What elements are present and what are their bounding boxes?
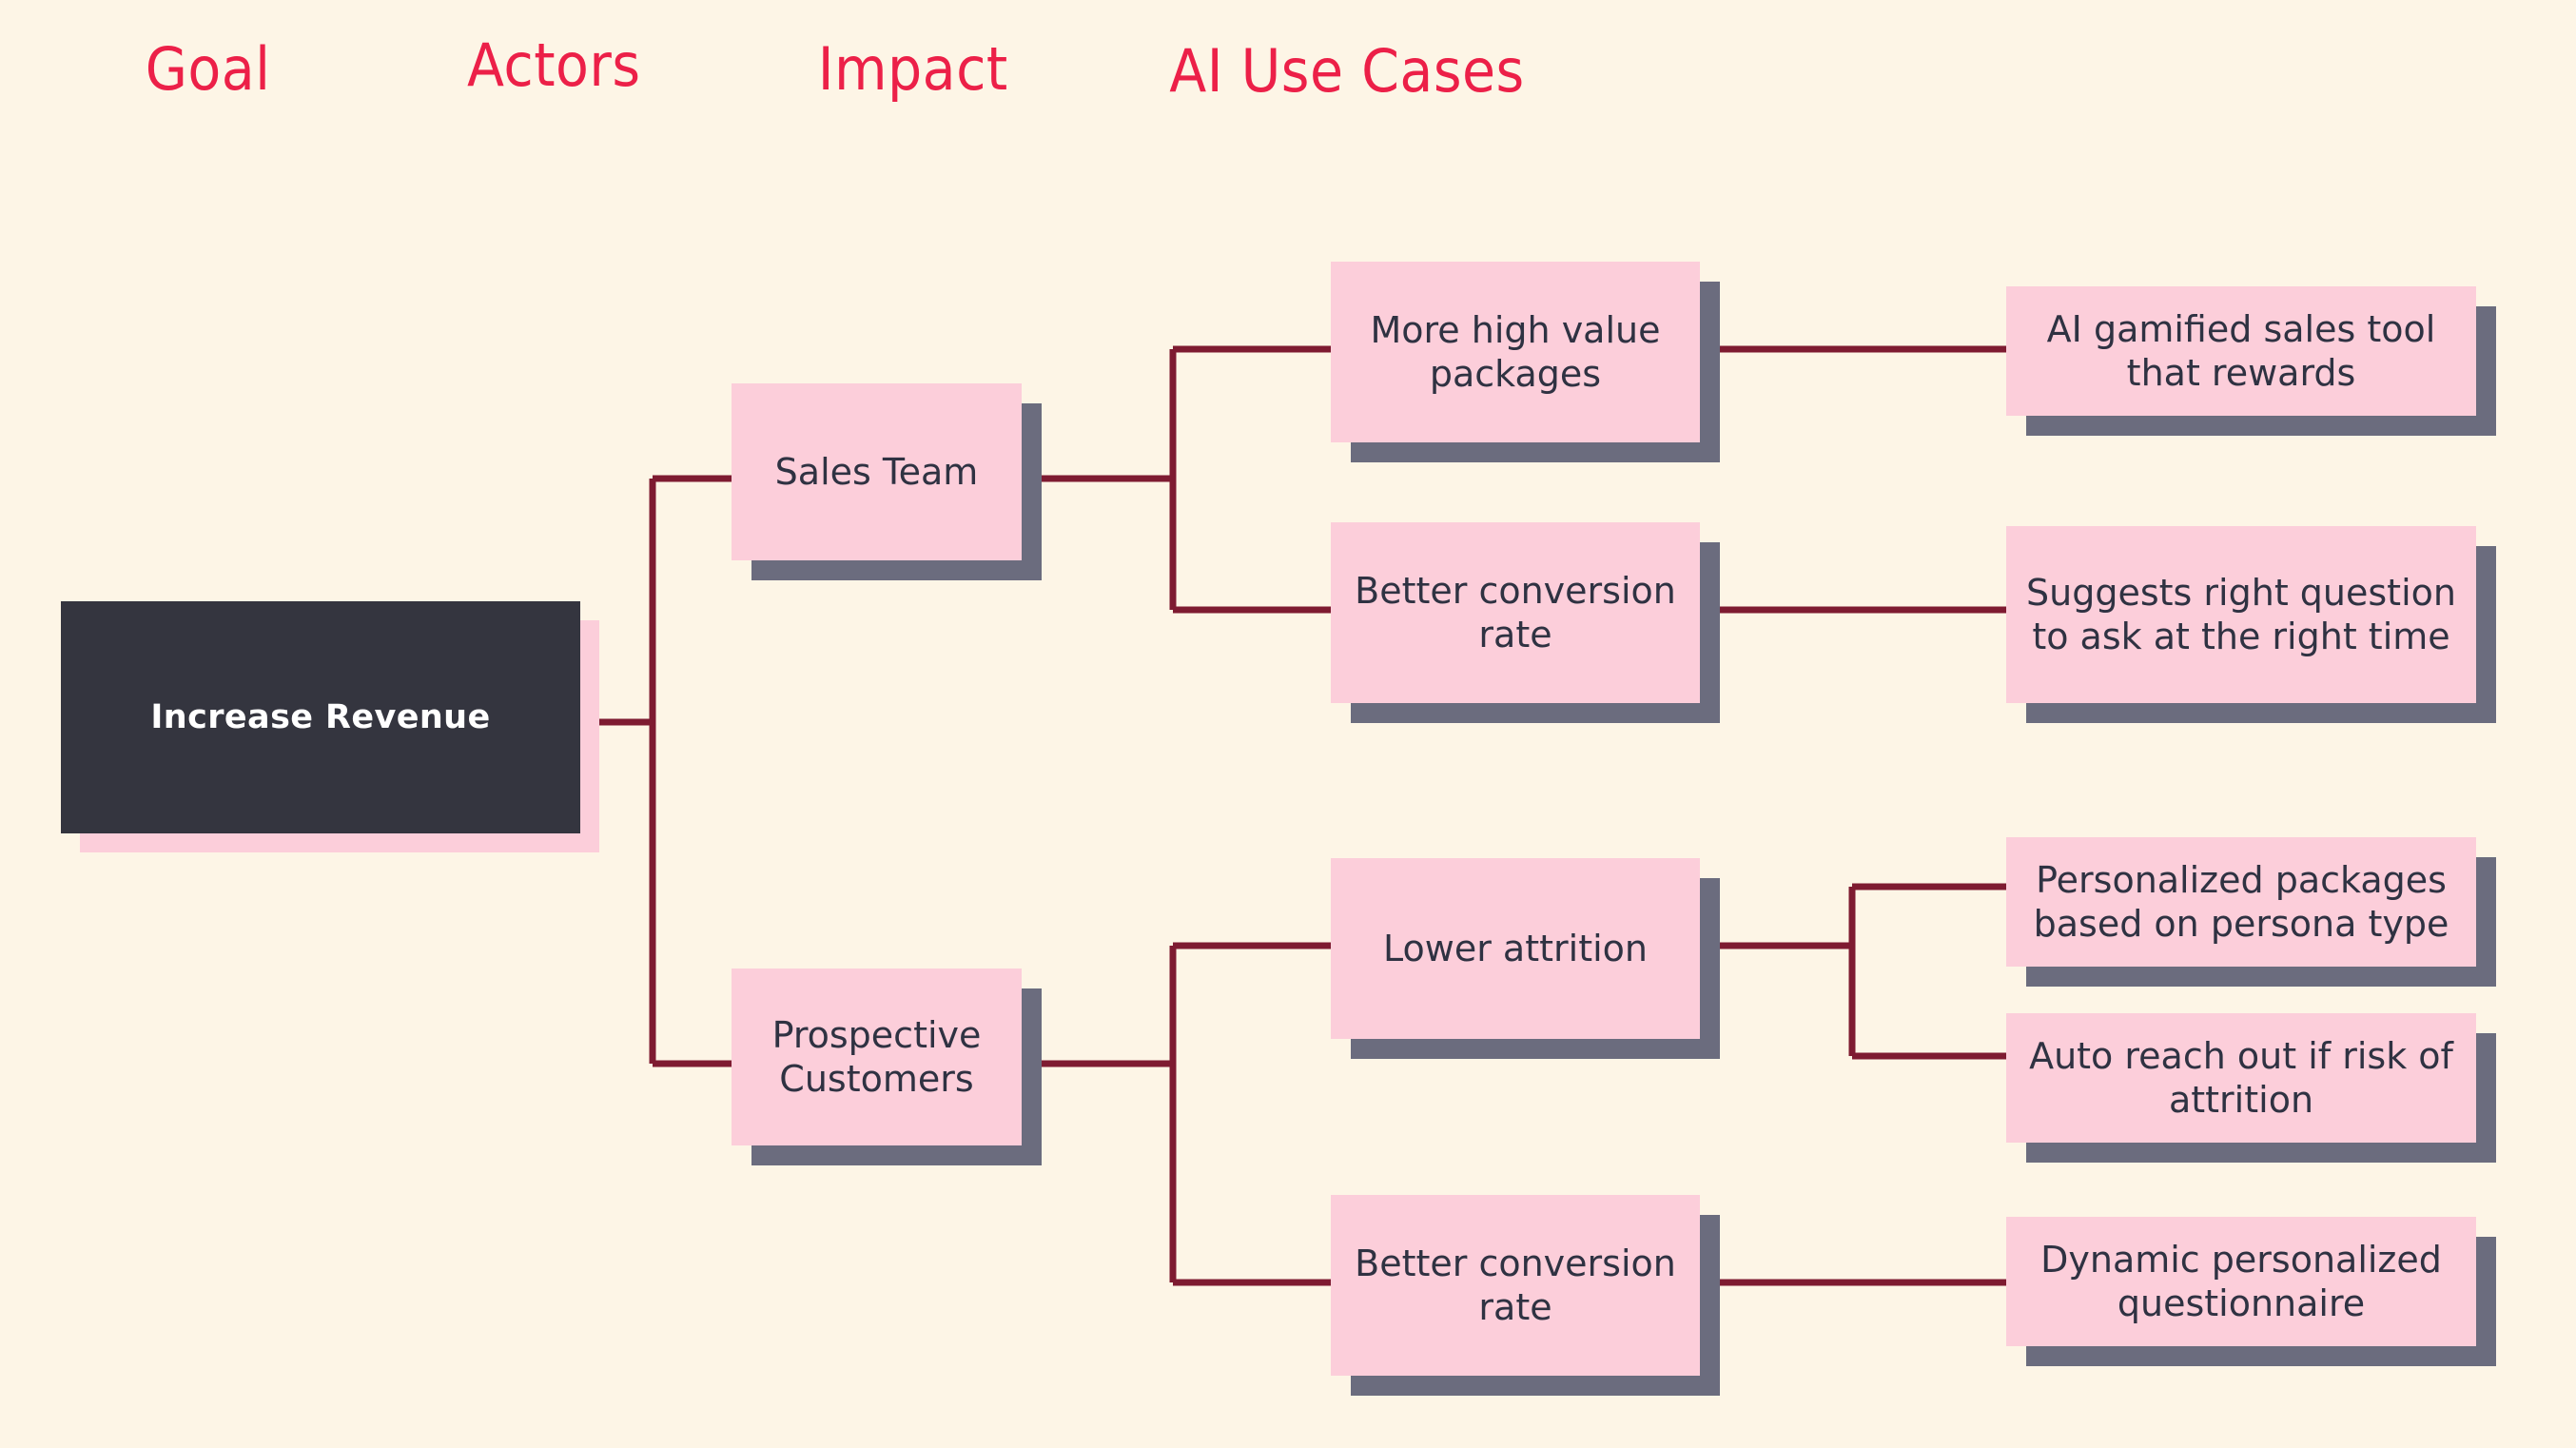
ai-use-case-node-label: Auto reach out if risk of attrition [2029, 1034, 2453, 1121]
ai-use-case-node-label: Dynamic personalized questionnaire [2040, 1238, 2442, 1324]
ai-use-case-node-label: Personalized packages based on persona t… [2033, 858, 2449, 945]
ai-use-case-node-dynamic-questionnaire[interactable]: Dynamic personalized questionnaire [2006, 1217, 2476, 1346]
ai-use-case-node-label: AI gamified sales tool that rewards [2046, 307, 2436, 394]
ai-use-case-node-ai-gamified-sales-tool[interactable]: AI gamified sales tool that rewards [2006, 286, 2476, 416]
impact-node-label: Better conversion rate [1355, 569, 1676, 656]
impact-node-label: Lower attrition [1383, 927, 1648, 969]
ai-use-case-node-label: Suggests right question to ask at the ri… [2026, 571, 2456, 657]
impact-node-label: More high value packages [1370, 308, 1661, 395]
actor-node-label: Sales Team [774, 450, 979, 493]
actor-node-prospective-customers[interactable]: Prospective Customers [732, 969, 1022, 1145]
impact-node-better-conversion-rate-1[interactable]: Better conversion rate [1331, 522, 1700, 703]
impact-node-more-high-value-packages[interactable]: More high value packages [1331, 262, 1700, 442]
impact-node-better-conversion-rate-2[interactable]: Better conversion rate [1331, 1195, 1700, 1376]
ai-use-case-node-suggests-right-question[interactable]: Suggests right question to ask at the ri… [2006, 526, 2476, 703]
impact-node-lower-attrition[interactable]: Lower attrition [1331, 858, 1700, 1039]
impact-node-label: Better conversion rate [1355, 1242, 1676, 1328]
actor-node-label: Prospective Customers [771, 1013, 982, 1100]
mindmap-canvas: Goal Actors Impact AI Use Cases Increase… [0, 0, 2576, 1448]
actor-node-sales-team[interactable]: Sales Team [732, 383, 1022, 560]
ai-use-case-node-personalized-packages[interactable]: Personalized packages based on persona t… [2006, 837, 2476, 967]
ai-use-case-node-auto-reach-out[interactable]: Auto reach out if risk of attrition [2006, 1013, 2476, 1143]
goal-node-increase-revenue[interactable]: Increase Revenue [61, 601, 580, 833]
goal-node-label: Increase Revenue [150, 697, 491, 736]
